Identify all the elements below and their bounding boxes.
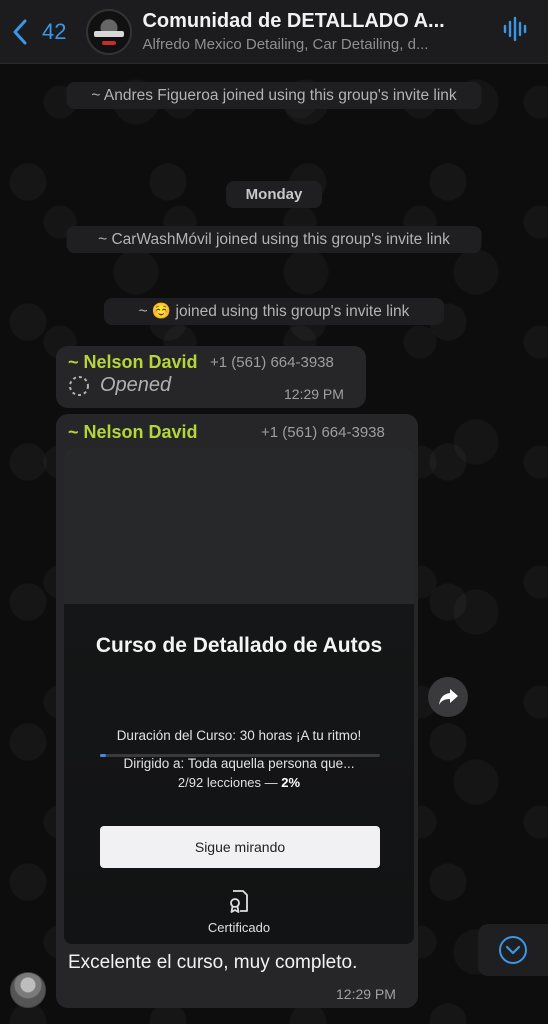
message-time: 12:29 PM [336,986,396,1002]
voice-chat-button[interactable] [502,15,530,48]
forward-arrow-icon [439,689,458,705]
certificate-label: Certificado [207,920,271,935]
system-message: ~ ☺️ joined using this group's invite li… [104,298,444,325]
course-duration: Duración del Curso: 30 horas ¡A tu ritmo… [116,728,362,743]
course-progress-fill [100,754,106,757]
sender-phone: +1 (561) 664-3938 [261,424,385,441]
message-time: 12:29 PM [284,386,344,402]
opened-status: Opened [68,374,171,397]
chevron-down-circle-icon [499,936,527,964]
system-message: ~ Andres Figueroa joined using this grou… [66,82,482,109]
opened-label: Opened [100,374,172,396]
sender-avatar[interactable] [10,972,46,1008]
progress-percent: 2% [281,775,301,790]
chat-header: 42 Comunidad de DETALLADO A... Alfredo M… [0,0,548,64]
group-info[interactable]: Comunidad de DETALLADO A... Alfredo Mexi… [142,10,462,53]
date-divider: Monday [226,181,322,208]
dashed-circle-icon [69,375,89,396]
certificate-link[interactable]: Certificado [64,888,414,935]
group-avatar[interactable] [86,8,133,55]
sender-name[interactable]: ~ Nelson David [68,352,198,373]
course-title: Curso de Detallado de Autos [95,634,383,657]
message-bubble[interactable]: ~ Nelson David +1 (561) 664-3938 Opened … [56,346,366,408]
lessons-progress: 2/92 lecciones — 2% [64,775,414,790]
lessons-count: 2/92 lecciones — [177,775,282,790]
unread-count: 42 [42,18,67,44]
system-message: ~ CarWashMóvil joined using this group's… [66,226,482,253]
course-progress-bar [100,754,380,757]
waveform-icon [503,16,527,42]
message-bubble[interactable]: ~ Nelson David +1 (561) 664-3938 Curso d… [56,414,418,1008]
group-members: Alfredo Mexico Detailing, Car Detailing,… [142,36,429,53]
chevron-left-icon [13,19,27,44]
sender-phone: +1 (561) 664-3938 [210,354,334,371]
scroll-to-bottom-button[interactable] [478,924,548,976]
continue-watching-button[interactable]: Sigue mirando [100,826,380,868]
message-text: Excelente el curso, muy completo. [68,952,358,973]
group-title: Comunidad de DETALLADO A... [142,10,445,32]
back-button[interactable]: 42 [12,19,66,45]
course-card[interactable]: Curso de Detallado de Autos Duración del… [64,448,414,944]
sender-name[interactable]: ~ Nelson David [68,422,198,443]
course-audience: Dirigido a: Toda aquella persona que... [123,756,355,771]
forward-button[interactable] [428,677,468,717]
course-image [64,448,414,604]
certificate-icon [230,890,248,913]
